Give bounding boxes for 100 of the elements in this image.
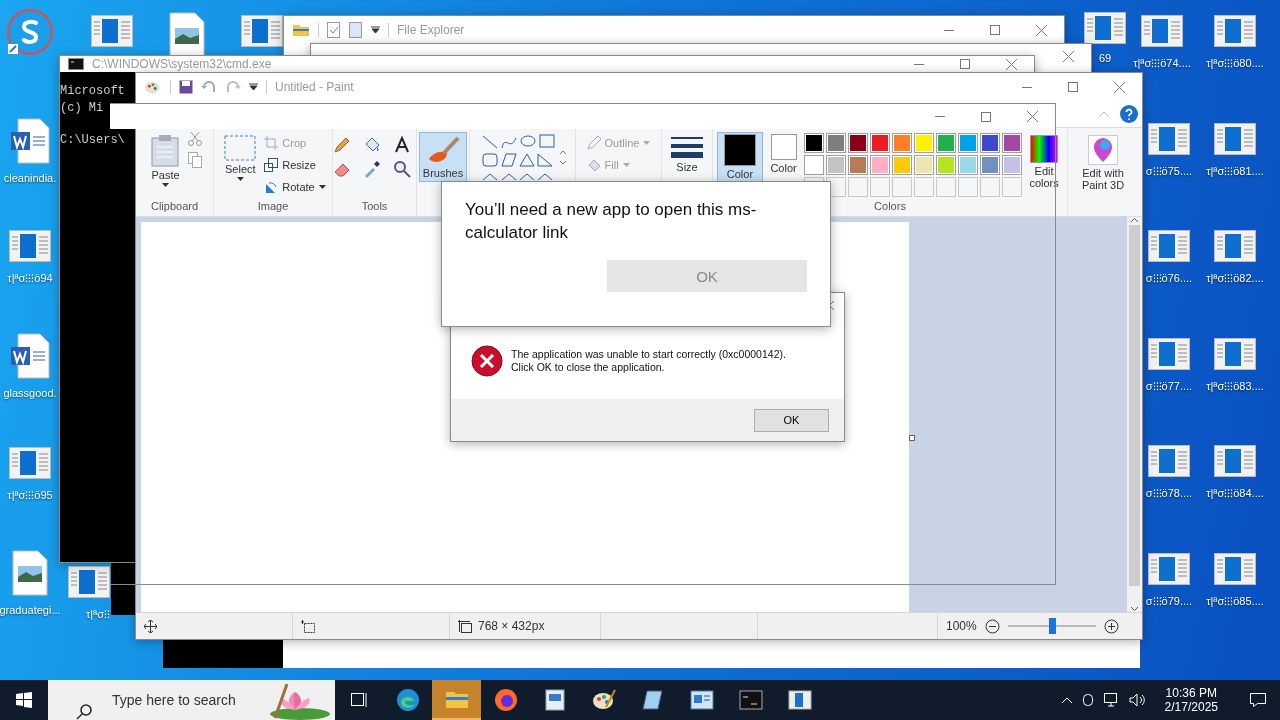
palette-color[interactable] [958, 133, 979, 153]
search-field[interactable]: Type here to search [108, 680, 245, 720]
palette-color[interactable] [804, 155, 825, 175]
window-file-icon[interactable] [1148, 338, 1190, 370]
window-file-icon[interactable] [1214, 123, 1256, 155]
zoom-out-icon[interactable] [984, 618, 1000, 634]
palette-color[interactable] [958, 155, 979, 175]
palette-icon[interactable] [144, 79, 162, 95]
word-document-icon[interactable] [10, 118, 50, 164]
browser-icon [395, 688, 420, 712]
document-icon [544, 689, 565, 711]
fill-bucket-icon [586, 158, 601, 172]
save-icon[interactable] [179, 80, 193, 94]
brushes-button[interactable]: Brushes [418, 132, 468, 182]
maximize-icon [1068, 82, 1078, 92]
group-label: Clipboard [150, 200, 199, 214]
window-file-icon[interactable] [1214, 230, 1256, 262]
image-file-icon[interactable] [12, 550, 48, 596]
desktop-icon-label: τ|ªσ⁝⁝⁝ö82.... [1206, 271, 1264, 285]
window-file-icon[interactable] [1148, 553, 1190, 585]
window-file-icon[interactable] [91, 15, 133, 47]
palette-color[interactable] [870, 133, 891, 153]
window-file-icon[interactable] [1214, 553, 1256, 585]
palette-color[interactable] [1002, 133, 1023, 153]
palette-color[interactable] [804, 133, 825, 153]
window-file-icon[interactable] [1148, 445, 1190, 477]
palette-color[interactable] [936, 155, 957, 175]
window-file-icon[interactable] [241, 15, 283, 47]
window-file-icon[interactable] [68, 566, 110, 598]
slider-thumb[interactable] [1048, 618, 1056, 634]
dropdown-icon[interactable] [371, 26, 380, 34]
palette-color[interactable] [826, 155, 847, 175]
palette-color[interactable] [936, 133, 957, 153]
shapes-gallery-drawing[interactable] [479, 132, 566, 182]
palette-color[interactable] [1002, 155, 1023, 175]
palette-color[interactable] [980, 133, 1001, 153]
select-button[interactable]: Select [220, 132, 261, 184]
window-file-icon[interactable] [1214, 338, 1256, 370]
copy-icon[interactable] [187, 152, 202, 168]
desktop-icon-label: σ⁝⁝⁝ö79.... [1145, 594, 1193, 608]
window-file-icon[interactable] [9, 230, 51, 262]
scroll-up-icon [1130, 217, 1139, 223]
text-icon[interactable] [392, 136, 411, 154]
cut-icon[interactable] [187, 132, 202, 146]
paint-3d-button[interactable]: Edit with Paint 3D [1066, 132, 1140, 194]
window-file-icon[interactable] [1141, 15, 1183, 47]
resize-handle[interactable] [909, 435, 915, 441]
tray-icon[interactable] [1080, 692, 1095, 708]
rotate-button[interactable]: Rotate [264, 176, 326, 198]
resize-button[interactable]: Resize [264, 154, 326, 176]
image-file-icon[interactable] [169, 12, 205, 58]
palette-color[interactable] [892, 155, 913, 175]
terminal-icon[interactable] [68, 58, 84, 70]
desktop-icon-label: τ|ªσ⁝⁝⁝ö83.... [1206, 379, 1264, 393]
rotate-icon [264, 180, 279, 194]
clipboard-icon [151, 135, 180, 167]
window-file-icon[interactable] [1148, 123, 1190, 155]
zoom-in-icon[interactable] [1103, 618, 1119, 634]
palette-color[interactable] [870, 155, 891, 175]
magnifier-icon[interactable] [392, 160, 411, 178]
palette-color[interactable] [848, 133, 869, 153]
message-icon [1249, 692, 1267, 708]
scrollbar[interactable] [1127, 217, 1142, 612]
color-slot[interactable]: Color [717, 132, 763, 184]
ok-button[interactable]: OK [754, 408, 829, 432]
edit-colors-button[interactable]: Edit colors [1025, 132, 1063, 192]
palette-color[interactable] [914, 133, 935, 153]
palette-color[interactable] [826, 133, 847, 153]
desktop-icon-label: cleanindia. [3, 172, 57, 184]
size-button[interactable]: Size [667, 132, 707, 176]
clock[interactable]: 10:36 PM 2/17/2025 [1154, 686, 1228, 714]
help-icon[interactable] [1120, 105, 1138, 123]
desktop-icon-label: glassgood. [3, 387, 57, 399]
desktop-icon-label: 69 [1098, 52, 1112, 64]
window-file-icon[interactable] [1214, 15, 1256, 47]
dropdown-icon[interactable] [249, 83, 258, 91]
canvas-size: 768 × 432px [478, 619, 545, 633]
resize-icon [264, 158, 279, 172]
palette-color[interactable] [848, 155, 869, 175]
palette-color[interactable] [914, 155, 935, 175]
properties-icon[interactable] [327, 22, 341, 38]
terminal-icon [738, 690, 763, 710]
undo-icon[interactable] [201, 80, 217, 94]
window-file-icon[interactable] [1148, 230, 1190, 262]
close-icon [1026, 111, 1038, 122]
palette-color[interactable] [980, 155, 1001, 175]
window-file-icon[interactable] [1084, 12, 1126, 44]
skype-icon[interactable] [6, 8, 54, 56]
palette-color[interactable] [892, 133, 913, 153]
volume-icon[interactable] [1128, 692, 1147, 708]
chevron-up-icon[interactable] [1060, 696, 1073, 704]
paste-button[interactable]: Paste [147, 132, 184, 190]
new-folder-icon[interactable] [349, 22, 363, 38]
folder-icon[interactable] [292, 23, 310, 37]
color-slot[interactable]: Color [765, 132, 802, 184]
pencil-icon[interactable] [332, 136, 351, 154]
window-file-icon[interactable] [9, 447, 51, 479]
window-file-icon[interactable] [1214, 445, 1256, 477]
caret-icon [622, 163, 630, 167]
word-document-icon[interactable] [10, 333, 50, 379]
